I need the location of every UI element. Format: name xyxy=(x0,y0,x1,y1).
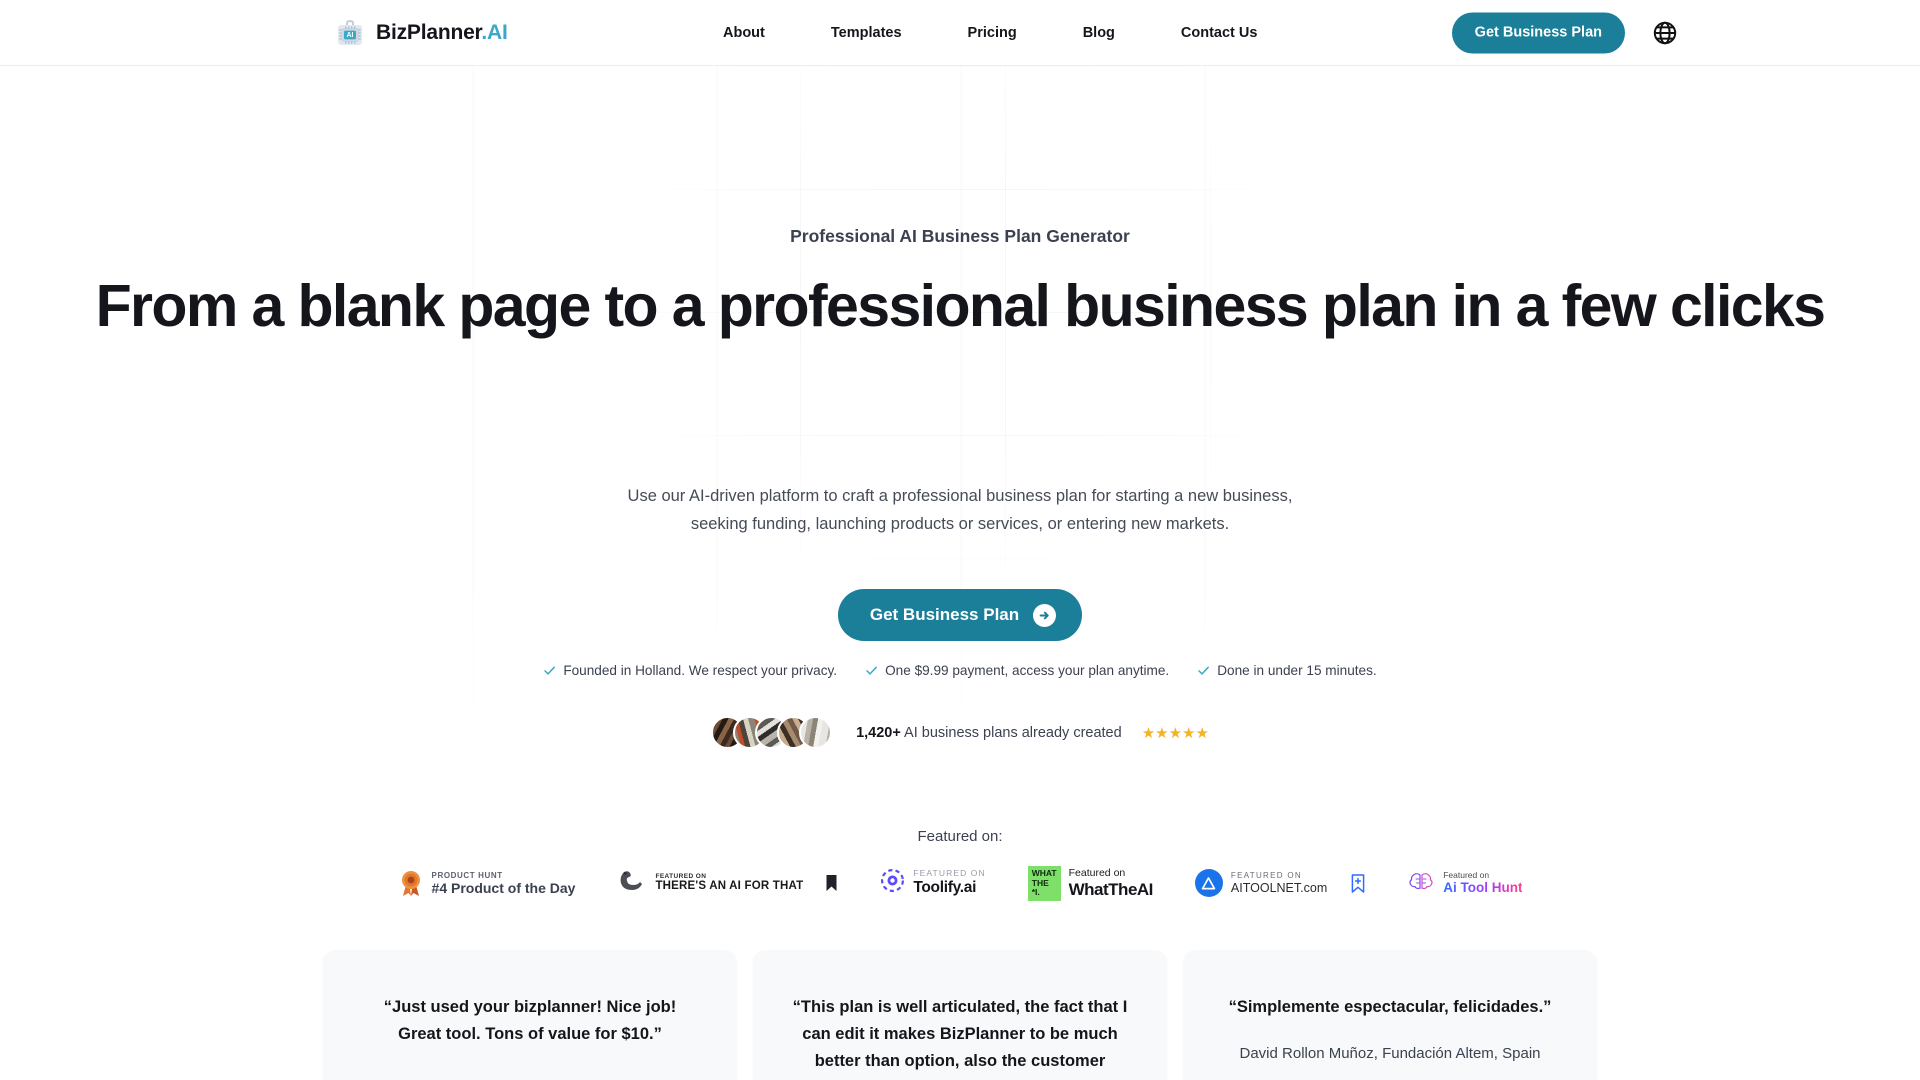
check-icon xyxy=(543,664,556,677)
badge-product-hunt[interactable]: PRODUCT HUNT #4 Product of the Day xyxy=(377,869,597,897)
badge-aitoolnet[interactable]: FEATURED ON AITOOLNET.com xyxy=(1174,869,1386,898)
headline-line-1: From a blank page to a professional xyxy=(95,273,1051,339)
badge-theres-an-ai-for-that[interactable]: FEATURED ON THERE'S AN AI FOR THAT xyxy=(596,868,859,899)
rating-stars: ★★★★★ xyxy=(1141,724,1209,742)
avatar xyxy=(799,716,833,749)
hero-subheading: Use our AI-driven platform to craft a pr… xyxy=(0,482,1920,539)
badge-text: FEATURED ON AITOOLNET.com xyxy=(1231,871,1327,895)
nav-item-contact-us[interactable]: Contact Us xyxy=(1148,25,1291,41)
plans-count-suffix: AI business plans already created xyxy=(900,724,1122,741)
feature-item-duration: Done in under 15 minutes. xyxy=(1183,663,1390,678)
arrow-right-circle-icon xyxy=(1033,603,1057,627)
badge-bottom-label: THERE'S AN AI FOR THAT xyxy=(655,880,804,893)
brand-logo-link[interactable]: AI BizPlanner.AI xyxy=(333,16,508,50)
nav-item-about[interactable]: About xyxy=(690,25,798,41)
testimonial-card: “Just used your bizplanner! Nice job! Gr… xyxy=(322,950,738,1080)
badge-top-label: PRODUCT HUNT xyxy=(431,870,503,880)
badge-bottom-label: AITOOLNET.com xyxy=(1230,880,1328,895)
badge-bottom-label: Toolify.ai xyxy=(913,879,977,897)
medal-icon xyxy=(398,869,424,897)
testimonial-quote: “This plan is well articulated, the fact… xyxy=(792,998,1128,1080)
featured-on-label: Featured on: xyxy=(917,828,1003,845)
badge-toolify[interactable]: FEATURED ON Toolify.ai xyxy=(859,868,1006,898)
badge-text: FEATURED ON THERE'S AN AI FOR THAT xyxy=(655,873,803,894)
subheading-line-1: Use our AI-driven platform to craft a pr… xyxy=(627,487,1293,505)
subheading-line-2: seeking funding, launching products or s… xyxy=(690,515,1230,534)
social-proof-text: 1,420+ AI business plans already created xyxy=(856,725,1122,741)
check-icon xyxy=(1197,664,1210,677)
bookmark-plus-icon xyxy=(1351,874,1365,893)
bookmark-icon xyxy=(825,874,838,892)
badge-whattheai[interactable]: WHAT THE *I. Featured on WhatTheAI xyxy=(1007,866,1174,901)
globe-icon[interactable] xyxy=(1650,18,1680,48)
feature-label: Founded in Holland. We respect your priv… xyxy=(563,663,838,678)
hero-eyebrow: Professional AI Business Plan Generator xyxy=(790,226,1130,246)
hero-cta-label: Get Business Plan xyxy=(869,605,1020,624)
feature-label: One $9.99 payment, access your plan anyt… xyxy=(885,663,1170,678)
hero-cta-wrapper: Get Business Plan xyxy=(0,589,1920,641)
badge-top-label: Featured on xyxy=(1068,867,1126,880)
nav-item-templates[interactable]: Templates xyxy=(798,25,935,41)
page-title: From a blank page to a professional busi… xyxy=(0,274,1920,339)
primary-nav: About Templates Pricing Blog Contact Us xyxy=(690,25,1290,41)
seal-arm-icon xyxy=(617,868,647,899)
badge-bottom-label: Ai Tool Hunt xyxy=(1443,880,1523,896)
brand-name: BizPlanner.AI xyxy=(376,20,508,44)
feature-item-privacy: Founded in Holland. We respect your priv… xyxy=(529,663,851,678)
badge-bottom-label: WhatTheAI xyxy=(1068,879,1154,899)
site-header: AI BizPlanner.AI About Templates Pricing… xyxy=(0,0,1920,66)
badge-top-label: Featured on xyxy=(1443,869,1490,880)
featured-on-badges: PRODUCT HUNT #4 Product of the Day FEATU… xyxy=(0,866,1920,901)
hero-section: Professional AI Business Plan Generator … xyxy=(0,66,1920,1080)
testimonial-quote: “Just used your bizplanner! Nice job! Gr… xyxy=(383,998,677,1043)
testimonial-quote: “Simplemente espectacular, felicidades.” xyxy=(1228,998,1552,1016)
hero-grid-background xyxy=(595,66,1325,666)
svg-text:AI: AI xyxy=(347,32,354,39)
header-get-business-plan-button[interactable]: Get Business Plan xyxy=(1451,12,1625,53)
hero-get-business-plan-button[interactable]: Get Business Plan xyxy=(837,589,1083,641)
badge-text: PRODUCT HUNT #4 Product of the Day xyxy=(432,871,576,896)
briefcase-ai-chip-icon: AI xyxy=(333,16,367,50)
testimonial-author: David Rollon Muñoz, Fundación Altem, Spa… xyxy=(1239,1044,1541,1062)
badge-top-label: FEATURED ON xyxy=(1230,871,1302,881)
testimonial-card: “Simplemente espectacular, felicidades.”… xyxy=(1182,950,1598,1080)
brand-suffix: .AI xyxy=(481,20,508,44)
check-icon xyxy=(865,664,878,677)
badge-text: Featured on WhatTheAI xyxy=(1068,867,1154,899)
badge-top-label: FEATURED ON xyxy=(655,872,707,880)
feature-label: Done in under 15 minutes. xyxy=(1217,663,1377,678)
headline-line-2: business plan in a few clicks xyxy=(1064,273,1826,339)
badge-text: Featured on Ai Tool Hunt xyxy=(1443,869,1523,896)
triangle-circle-icon xyxy=(1194,869,1223,898)
plans-count: 1,420+ xyxy=(856,724,901,741)
testimonials-row: “Just used your bizplanner! Nice job! Gr… xyxy=(322,950,1598,1080)
testimonial-card: “This plan is well articulated, the fact… xyxy=(752,950,1168,1080)
badge-ai-tool-hunt[interactable]: Featured on Ai Tool Hunt xyxy=(1386,869,1543,896)
mark-line-3: *I. xyxy=(1031,887,1040,898)
badge-top-label: FEATURED ON xyxy=(913,868,986,879)
feature-item-payment: One $9.99 payment, access your plan anyt… xyxy=(851,663,1183,678)
nav-item-blog[interactable]: Blog xyxy=(1050,25,1148,41)
brain-icon xyxy=(1407,872,1435,894)
toolify-gear-icon xyxy=(880,868,905,898)
what-the-ai-mark: WHAT THE *I. xyxy=(1027,866,1061,901)
badge-text: FEATURED ON Toolify.ai xyxy=(913,869,985,897)
hero-feature-list: Founded in Holland. We respect your priv… xyxy=(0,663,1920,678)
badge-bottom-label: #4 Product of the Day xyxy=(431,879,576,896)
nav-item-pricing[interactable]: Pricing xyxy=(935,25,1050,41)
avatar-group xyxy=(711,716,833,749)
social-proof: 1,420+ AI business plans already created… xyxy=(0,716,1920,749)
landing-page: AI BizPlanner.AI About Templates Pricing… xyxy=(0,0,1920,1080)
